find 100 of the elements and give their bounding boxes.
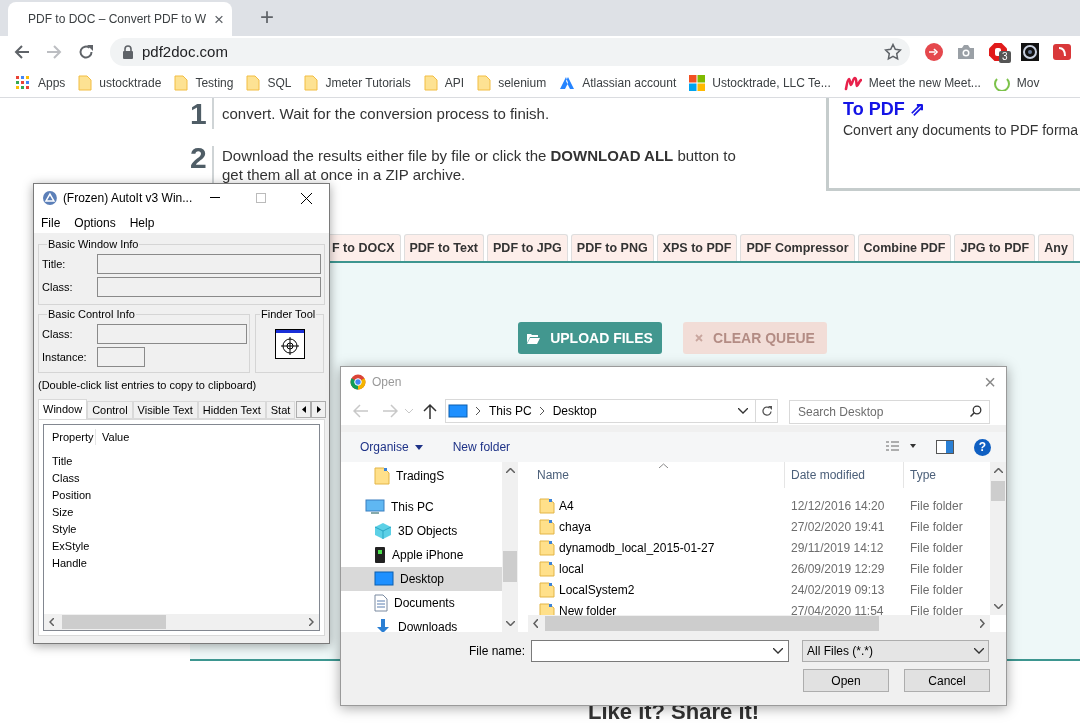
file-name-field[interactable] xyxy=(531,640,789,662)
star-icon[interactable] xyxy=(884,43,902,61)
file-row[interactable]: dynamodb_local_2015-01-27 29/11/2019 14:12 File folder xyxy=(528,537,990,558)
up-arrow-icon[interactable] xyxy=(423,403,437,419)
nav-item[interactable]: Documents xyxy=(341,591,502,615)
list-item[interactable]: Class xyxy=(52,470,319,487)
column-header[interactable]: Value xyxy=(96,428,130,446)
file-row[interactable]: chaya 27/02/2020 19:41 File folder xyxy=(528,516,990,537)
step-text: convert. Wait for the conversion process to finish. xyxy=(212,98,750,129)
link[interactable]: To PDF ⇗ xyxy=(843,98,1080,120)
tab[interactable]: Hidden Text xyxy=(197,401,266,419)
reload-icon[interactable] xyxy=(78,44,94,60)
text-field[interactable] xyxy=(97,254,321,274)
bookmark[interactable]: Atlassian account xyxy=(559,73,677,92)
view-options-icon[interactable] xyxy=(886,441,916,453)
tool-tab[interactable]: PDF to PNG xyxy=(570,234,654,261)
tool-tab[interactable]: Combine PDF xyxy=(857,234,952,261)
menu-item[interactable]: Options xyxy=(74,213,116,232)
file-row[interactable]: local 26/09/2019 12:29 File folder xyxy=(528,558,990,579)
scroll-thumb[interactable] xyxy=(991,481,1005,501)
column-header[interactable]: Property xyxy=(44,428,96,446)
dialog-button[interactable]: Open xyxy=(803,669,889,692)
tool-tab[interactable]: PDF Compressor xyxy=(740,234,855,261)
tool-tab[interactable]: XPS to PDF xyxy=(656,234,738,261)
bookmark[interactable]: Apps xyxy=(15,73,66,92)
bookmark[interactable]: ustocktrade xyxy=(78,73,162,92)
list-item[interactable]: Style xyxy=(52,521,319,538)
search-field[interactable]: Search Desktop xyxy=(789,400,990,424)
text-field[interactable] xyxy=(97,347,145,367)
bookmark[interactable]: Mov xyxy=(993,73,1040,92)
file-row[interactable]: LocalSystem2 24/02/2019 09:13 File folder xyxy=(528,579,990,600)
scroll-thumb[interactable] xyxy=(62,615,166,629)
address-field[interactable]: This PC Desktop xyxy=(445,399,778,423)
list-item[interactable]: Handle xyxy=(52,555,319,572)
bookmark[interactable]: selenium xyxy=(477,73,547,92)
new-folder-button[interactable]: New folder xyxy=(452,438,511,456)
bookmark[interactable]: Ustocktrade, LLC Te... xyxy=(689,73,831,92)
bookmark[interactable]: Jmeter Tutorials xyxy=(304,73,411,92)
text-field[interactable] xyxy=(97,277,321,297)
tab[interactable]: Stat xyxy=(265,401,296,419)
file-row[interactable]: New folder 27/04/2020 11:54 File folder xyxy=(528,600,990,615)
tool-tab[interactable]: PDF to Text xyxy=(403,234,485,261)
caret-icon xyxy=(414,444,423,450)
dialog-button[interactable]: Cancel xyxy=(904,669,990,692)
breadcrumb-item[interactable]: This PC xyxy=(489,402,532,420)
nav-item[interactable]: Apple iPhone xyxy=(341,543,502,567)
nav-item[interactable]: Desktop xyxy=(341,567,502,591)
vortex-icon[interactable] xyxy=(1021,43,1039,61)
scrollbar[interactable] xyxy=(990,462,1006,615)
bookmark[interactable]: Testing xyxy=(174,73,234,92)
type-cell-text: File folder xyxy=(909,560,963,578)
forward-icon[interactable] xyxy=(382,404,398,418)
tool-tab[interactable]: JPG to PDF xyxy=(954,234,1036,261)
new-tab-button[interactable]: + xyxy=(260,5,274,29)
nav-item[interactable]: TradingS xyxy=(341,464,502,488)
preview-pane-icon[interactable] xyxy=(936,440,954,454)
bookmark[interactable]: SQL xyxy=(246,73,292,92)
close-tab-button[interactable]: × xyxy=(214,10,224,28)
breadcrumb-item[interactable]: Desktop xyxy=(552,402,597,420)
tab[interactable]: Window xyxy=(38,399,88,419)
column-header[interactable]: Type xyxy=(904,466,936,484)
scroll-thumb[interactable] xyxy=(545,616,879,631)
help-button[interactable]: ? xyxy=(974,438,991,456)
nav-item[interactable]: This PC xyxy=(341,495,502,519)
back-icon[interactable] xyxy=(14,44,30,60)
organise-button[interactable]: Organise xyxy=(360,438,423,456)
bookmark[interactable]: Meet the new Meet... xyxy=(843,73,981,92)
menu-item[interactable]: File xyxy=(41,213,61,232)
circle-icon[interactable] xyxy=(925,43,943,61)
scrollbar[interactable] xyxy=(502,462,518,632)
list-item[interactable]: Position xyxy=(52,487,319,504)
tool-tab[interactable]: Any xyxy=(1038,234,1074,261)
column-header[interactable]: Name xyxy=(528,462,785,488)
scroll-right-button[interactable] xyxy=(311,401,326,418)
nav-item[interactable]: Downloads xyxy=(341,615,502,632)
file-type-dropdown[interactable]: All Files (*.*) xyxy=(802,640,989,662)
text-field[interactable] xyxy=(97,324,247,344)
scroll-thumb[interactable] xyxy=(503,551,517,582)
file-row[interactable]: A4 12/12/2016 14:20 File folder xyxy=(528,495,990,516)
tool-tab[interactable]: PDF to JPG xyxy=(487,234,568,261)
scrollbar[interactable] xyxy=(44,614,319,630)
browser-tab[interactable]: PDF to DOC – Convert PDF to W × xyxy=(8,2,232,36)
address-bar[interactable]: pdf2doc.com xyxy=(110,38,910,66)
list-item[interactable]: Title xyxy=(52,453,319,470)
list-item[interactable]: ExStyle xyxy=(52,538,319,555)
menu-item[interactable]: Help xyxy=(129,213,155,232)
bookmark[interactable]: API xyxy=(423,73,465,92)
nav-item[interactable]: 3D Objects xyxy=(341,519,502,543)
camera-icon[interactable] xyxy=(957,44,975,60)
rounded-square-icon[interactable] xyxy=(1053,44,1071,60)
tab[interactable]: Visible Text xyxy=(132,401,198,419)
chevron-down-icon[interactable] xyxy=(738,408,748,414)
scroll-left-button[interactable] xyxy=(296,401,311,418)
crosshair-icon[interactable] xyxy=(274,329,305,359)
step-number: 2 xyxy=(190,143,208,176)
tab[interactable]: Control xyxy=(87,401,133,419)
list-item[interactable]: Size xyxy=(52,504,319,521)
column-header[interactable]: Date modified xyxy=(785,462,904,488)
scrollbar[interactable] xyxy=(528,615,990,632)
close-button[interactable]: × xyxy=(984,372,996,392)
